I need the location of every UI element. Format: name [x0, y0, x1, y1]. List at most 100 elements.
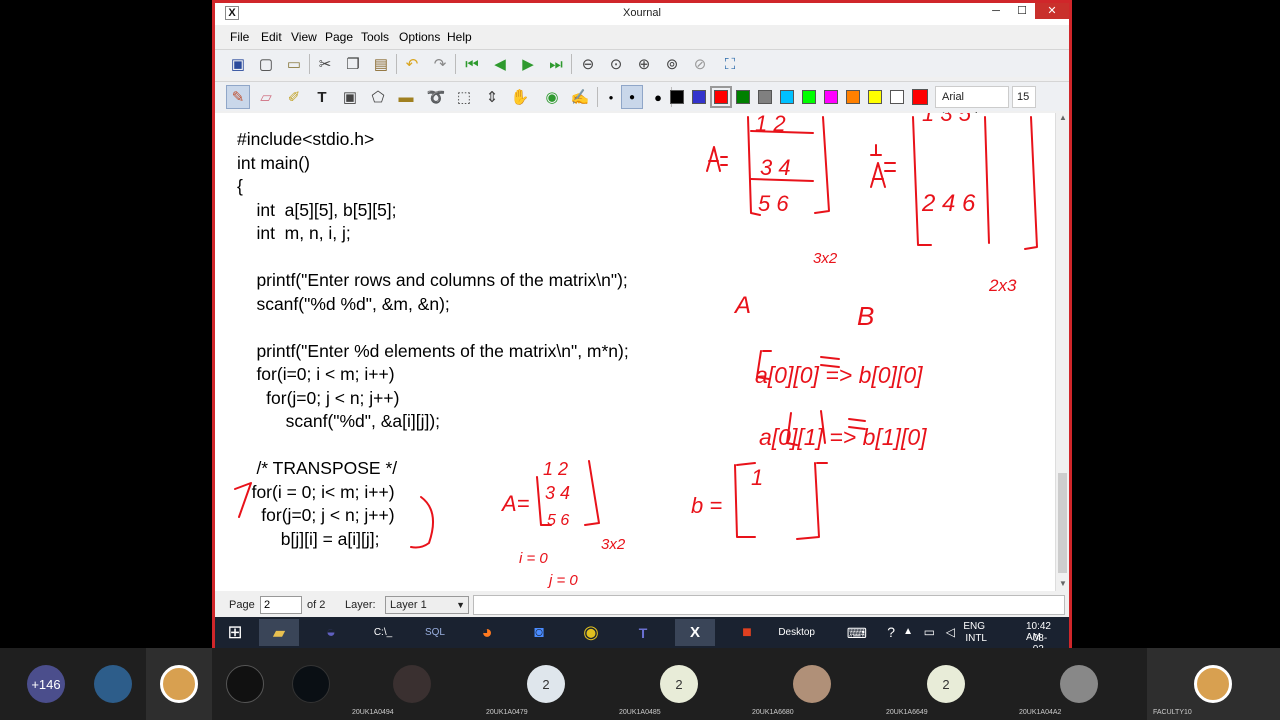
copy-icon[interactable]: ❐ [342, 54, 364, 74]
font-selector[interactable]: Arial Normal [935, 86, 1009, 123]
first-page-icon[interactable]: ⏮ [461, 54, 483, 74]
windows-start-icon[interactable]: ⊞ [215, 619, 255, 646]
file-explorer-icon[interactable]: ▰ [259, 619, 299, 646]
maximize-button[interactable]: ☐ [1009, 3, 1035, 19]
page-number-input[interactable] [260, 596, 302, 614]
eraser-icon[interactable]: ▱ [255, 87, 277, 107]
undo-icon[interactable]: ↶ [401, 54, 423, 74]
participant-tile[interactable] [146, 648, 212, 720]
thickness-thick-icon[interactable]: ● [647, 87, 669, 107]
zoom-in-icon[interactable]: ⊕ [633, 54, 655, 74]
thickness-medium-icon[interactable]: ● [621, 85, 643, 109]
menu-file[interactable]: File [230, 30, 249, 44]
image-icon[interactable]: ▣ [339, 87, 361, 107]
language-top[interactable]: ENG [963, 621, 985, 632]
zoom-out-icon[interactable]: ⊖ [577, 54, 599, 74]
more-participants-tile[interactable]: +146 [0, 648, 80, 720]
fullscreen-icon[interactable]: ⛶ [719, 54, 741, 74]
menu-page[interactable]: Page [325, 30, 353, 44]
next-page-icon[interactable]: ▶ [517, 54, 539, 74]
color-magenta[interactable] [824, 90, 838, 104]
menu-edit[interactable]: Edit [261, 30, 282, 44]
xournal-icon[interactable]: X [675, 619, 715, 646]
scroll-up-icon[interactable]: ▲ [1056, 113, 1069, 125]
default-tool-icon[interactable]: ◉ [541, 87, 563, 107]
participant-tile[interactable] [278, 648, 344, 720]
keyboard-icon[interactable]: ⌨ [847, 625, 867, 642]
menu-options[interactable]: Options [399, 30, 440, 44]
vertical-space-icon[interactable]: ⇕ [481, 87, 503, 107]
close-button[interactable]: ✕ [1035, 3, 1069, 19]
new-icon[interactable]: ▢ [255, 54, 277, 74]
sql-icon[interactable]: SQL [415, 619, 455, 646]
current-color-button[interactable] [912, 89, 928, 105]
ruler-icon[interactable]: ▬ [395, 87, 417, 107]
menu-view[interactable]: View [291, 30, 317, 44]
chevron-up-icon[interactable]: ▲ [903, 626, 913, 637]
vertical-scrollbar[interactable]: ▲ ▼ [1055, 113, 1069, 591]
zoom-fit-icon[interactable]: ⊙ [605, 54, 627, 74]
lasso-icon[interactable]: ➰ [425, 87, 447, 107]
help-icon[interactable]: ? [887, 624, 895, 640]
color-light-green[interactable] [802, 90, 816, 104]
desktop-label[interactable]: Desktop [778, 627, 815, 638]
chrome-icon[interactable]: ◉ [571, 619, 611, 646]
minimize-button[interactable]: ─ [983, 3, 1009, 19]
open-icon[interactable]: ▭ [283, 54, 305, 74]
cmd-icon[interactable]: C:\_ [363, 619, 403, 646]
color-white[interactable] [890, 90, 904, 104]
pen-icon[interactable]: ✎ [226, 85, 250, 109]
language-bottom[interactable]: INTL [965, 633, 987, 644]
avatar [1060, 665, 1098, 703]
zoom-width-icon[interactable]: ⊘ [689, 54, 711, 74]
volume-icon[interactable]: ◁ [946, 625, 955, 639]
color-black[interactable] [670, 90, 684, 104]
menu-help[interactable]: Help [447, 30, 472, 44]
color-orange[interactable] [846, 90, 860, 104]
last-page-icon[interactable]: ⏭ [545, 54, 567, 74]
thickness-fine-icon[interactable]: ● [600, 87, 622, 107]
color-light-blue[interactable] [780, 90, 794, 104]
cut-icon[interactable]: ✂ [314, 54, 336, 74]
participant-tile[interactable] [80, 648, 146, 720]
eclipse-icon[interactable]: ◒ [311, 619, 351, 646]
color-green[interactable] [736, 90, 750, 104]
office-icon[interactable]: ■ [727, 619, 767, 646]
paste-icon[interactable]: ▤ [370, 54, 392, 74]
text-icon[interactable]: T [311, 87, 333, 107]
toolbar-separator [571, 54, 572, 74]
menu-tools[interactable]: Tools [361, 30, 389, 44]
rect-select-icon[interactable]: ⬚ [453, 87, 475, 107]
redo-icon[interactable]: ↷ [429, 54, 451, 74]
color-gray[interactable] [758, 90, 772, 104]
more-participants-count[interactable]: +146 [27, 665, 65, 703]
zoom-100-icon[interactable]: ⊚ [661, 54, 683, 74]
participant-tile[interactable]: 20UK1A6680 [746, 648, 879, 720]
scroll-down-icon[interactable]: ▼ [1056, 579, 1069, 591]
hand-icon[interactable]: ✋ [509, 87, 531, 107]
participant-tile[interactable] [212, 648, 278, 720]
previous-page-icon[interactable]: ◀ [489, 54, 511, 74]
color-red[interactable] [710, 86, 732, 108]
highlighter-icon[interactable]: ✐ [283, 87, 305, 107]
zoom-icon[interactable]: ◙ [519, 619, 559, 646]
page-canvas[interactable]: #include<stdio.h> int main(){ int a[5][5]… [215, 113, 1069, 591]
color-blue[interactable] [692, 90, 706, 104]
participant-tile[interactable]: 2 20UK1A6649 [880, 648, 1013, 720]
participant-tile[interactable]: 2 20UK1A0479 [480, 648, 613, 720]
firefox-icon[interactable]: ◕ [467, 619, 507, 646]
participant-tile[interactable]: 20UK1A0494 [346, 648, 479, 720]
participant-tile[interactable]: FACULTY10 [1147, 648, 1280, 720]
participant-tile[interactable]: 20UK1A04A2 [1013, 648, 1146, 720]
save-icon[interactable]: ▣ [227, 54, 249, 74]
teams-icon[interactable]: T [623, 619, 663, 646]
shape-recognizer-icon[interactable]: ⬠ [367, 87, 389, 107]
layer-dropdown[interactable]: Layer 1 ▼ [385, 596, 469, 614]
battery-icon[interactable]: ▭ [924, 625, 935, 639]
font-size-selector[interactable]: 15 [1012, 86, 1036, 108]
default-pen-icon[interactable]: ✍ [569, 87, 591, 107]
color-yellow[interactable] [868, 90, 882, 104]
scrollbar-thumb[interactable] [1058, 473, 1067, 573]
participant-tile[interactable]: 2 20UK1A0485 [613, 648, 746, 720]
xournal-window: X Xournal ─ ☐ ✕ File Edit View Page Tool… [212, 0, 1072, 666]
